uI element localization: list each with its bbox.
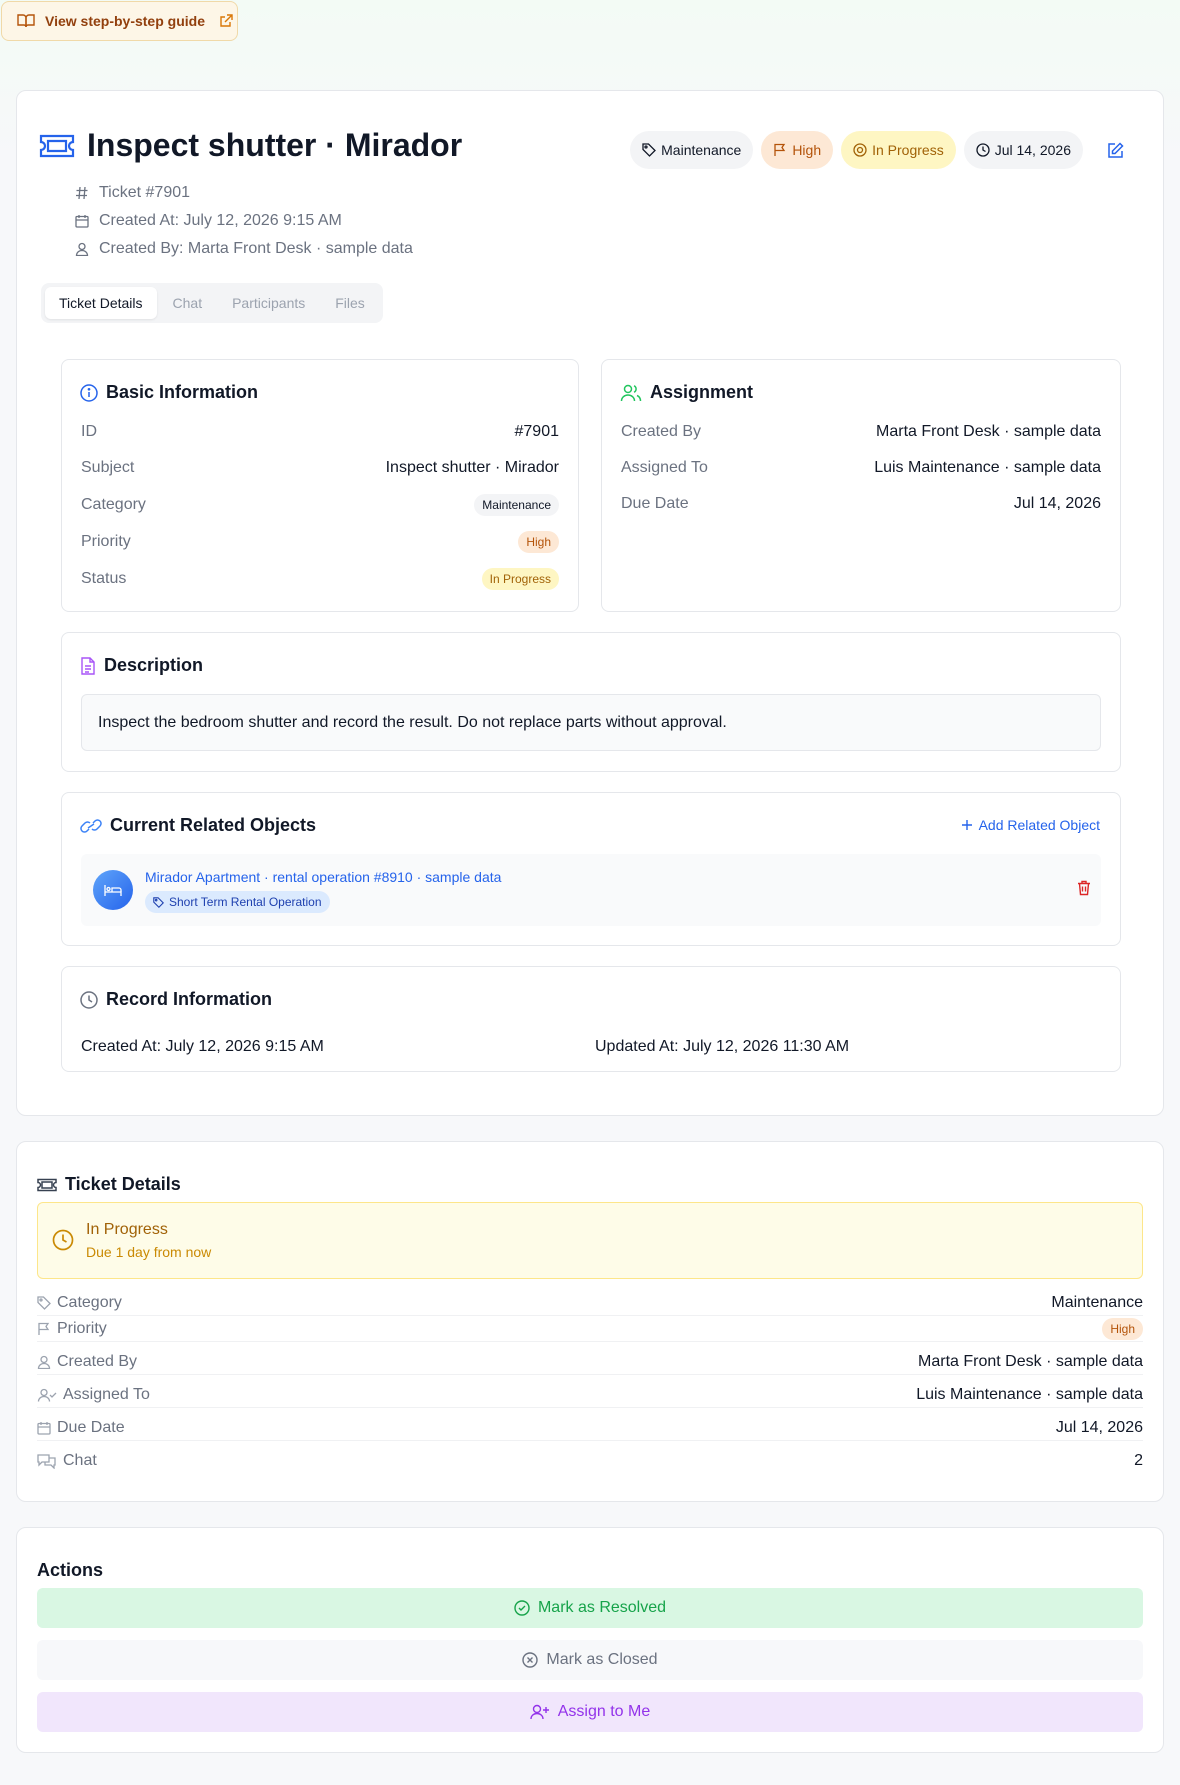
- tag-icon: [37, 1295, 51, 1310]
- ticket-icon: [37, 1177, 57, 1193]
- assignment-row-assigned-to: Assigned To Luis Maintenance · sample da…: [621, 459, 1101, 476]
- assignment-heading: Assignment: [620, 382, 753, 403]
- category-badge: Maintenance: [630, 131, 754, 169]
- basic-row-status: Status In Progress: [81, 567, 559, 591]
- ticket-number-row: Ticket #7901: [75, 179, 413, 207]
- priority-badge: High: [761, 131, 834, 169]
- file-text-icon: [80, 656, 96, 675]
- book-icon: [17, 13, 35, 29]
- mark-closed-button[interactable]: Mark as Closed: [37, 1640, 1143, 1680]
- status-badge: In Progress: [841, 131, 956, 169]
- assignment-row-due-date: Due Date Jul 14, 2026: [621, 495, 1101, 512]
- tag-icon: [153, 896, 164, 908]
- in-progress-icon: [853, 143, 867, 157]
- trash-icon: [1077, 880, 1091, 896]
- user-plus-icon: [530, 1704, 550, 1720]
- details-row-due-date: Due Date Jul 14, 2026: [37, 1415, 1143, 1441]
- category-pill: Maintenance: [474, 494, 559, 516]
- tab-files[interactable]: Files: [321, 287, 379, 319]
- created-at-row: Created At: July 12, 2026 9:15 AM: [75, 207, 413, 235]
- calendar-icon: [37, 1421, 51, 1435]
- record-information-panel: Record Information Created At: July 12, …: [61, 966, 1121, 1072]
- due-date-badge: Jul 14, 2026: [963, 131, 1083, 169]
- related-objects-panel: Current Related Objects Add Related Obje…: [61, 792, 1121, 946]
- related-object-type-tag: Short Term Rental Operation: [145, 891, 330, 913]
- tab-participants[interactable]: Participants: [218, 287, 319, 319]
- basic-row-subject: Subject Inspect shutter · Mirador: [81, 459, 559, 476]
- view-guide-button[interactable]: View step-by-step guide: [1, 1, 238, 41]
- description-heading: Description: [80, 655, 203, 676]
- details-row-assigned-to: Assigned To Luis Maintenance · sample da…: [37, 1382, 1143, 1408]
- user-check-icon: [37, 1388, 57, 1402]
- flag-icon: [37, 1322, 51, 1336]
- record-created-at: Created At: July 12, 2026 9:15 AM: [81, 1038, 324, 1055]
- clock-icon: [80, 990, 98, 1009]
- title-row: Inspect shutter · Mirador: [39, 127, 462, 164]
- user-icon: [75, 242, 89, 256]
- ticket-badges: Maintenance High In Progress Jul 14, 202…: [630, 131, 1133, 169]
- x-circle-icon: [522, 1652, 539, 1668]
- ticket-details-card: Ticket Details In Progress Due 1 day fro…: [16, 1141, 1164, 1502]
- status-due-text: Due 1 day from now: [86, 1244, 212, 1260]
- details-row-created-by: Created By Marta Front Desk · sample dat…: [37, 1349, 1143, 1375]
- details-row-chat: Chat 2: [37, 1448, 1143, 1474]
- basic-row-id: ID #7901: [81, 423, 559, 440]
- view-guide-label: View step-by-step guide: [45, 13, 205, 29]
- actions-heading: Actions: [37, 1560, 104, 1580]
- clock-icon: [976, 143, 990, 157]
- ticket-main-card: Inspect shutter · Mirador Maintenance Hi…: [16, 90, 1164, 1116]
- ticket-meta: Ticket #7901 Created At: July 12, 2026 9…: [75, 179, 413, 263]
- related-objects-heading: Current Related Objects: [80, 815, 316, 836]
- ticket-icon: [39, 132, 75, 160]
- bed-icon: [104, 883, 122, 897]
- mark-resolved-button[interactable]: Mark as Resolved: [37, 1588, 1143, 1628]
- users-icon: [620, 384, 642, 402]
- actions-card: Actions Mark as Resolved Mark as Closed …: [16, 1527, 1164, 1753]
- assignment-panel: Assignment Created By Marta Front Desk ·…: [601, 359, 1121, 612]
- status-pill: In Progress: [481, 568, 559, 590]
- description-panel: Description Inspect the bedroom shutter …: [61, 632, 1121, 772]
- external-link-icon: [219, 14, 233, 28]
- clock-icon: [52, 1229, 74, 1251]
- assignment-row-created-by: Created By Marta Front Desk · sample dat…: [621, 423, 1101, 440]
- description-text: Inspect the bedroom shutter and record t…: [81, 694, 1101, 751]
- basic-row-category: Category Maintenance: [81, 493, 559, 517]
- basic-information-heading: Basic Information: [80, 382, 258, 403]
- details-row-category: Category Maintenance: [37, 1290, 1143, 1316]
- chat-icon: [37, 1453, 57, 1469]
- ticket-details-heading: Ticket Details: [37, 1174, 181, 1195]
- flag-icon: [773, 143, 787, 157]
- check-circle-icon: [514, 1600, 530, 1616]
- priority-pill: High: [518, 531, 559, 553]
- hash-icon: [75, 186, 89, 200]
- assign-to-me-button[interactable]: Assign to Me: [37, 1692, 1143, 1732]
- calendar-icon: [75, 214, 89, 228]
- details-row-priority: Priority High: [37, 1316, 1143, 1342]
- related-object-avatar: [93, 870, 133, 910]
- status-title: In Progress: [86, 1221, 168, 1238]
- page-title: Inspect shutter · Mirador: [87, 127, 463, 163]
- delete-related-object-button[interactable]: [1077, 880, 1091, 896]
- add-related-object-button[interactable]: Add Related Object: [961, 817, 1100, 833]
- related-object-item: Mirador Apartment · rental operation #89…: [81, 854, 1101, 926]
- tag-icon: [642, 143, 657, 157]
- edit-ticket-button[interactable]: [1097, 132, 1133, 168]
- tab-chat[interactable]: Chat: [159, 287, 217, 319]
- edit-icon: [1107, 141, 1124, 159]
- created-by-row: Created By: Marta Front Desk · sample da…: [75, 235, 413, 263]
- tab-ticket-details[interactable]: Ticket Details: [45, 287, 157, 319]
- record-updated-at: Updated At: July 12, 2026 11:30 AM: [595, 1038, 850, 1055]
- record-information-heading: Record Information: [80, 989, 272, 1010]
- priority-pill: High: [1102, 1317, 1143, 1340]
- ticket-tabs: Ticket Details Chat Participants Files: [41, 283, 383, 323]
- basic-information-panel: Basic Information ID #7901 Subject Inspe…: [61, 359, 579, 612]
- status-summary-box: In Progress Due 1 day from now: [37, 1202, 1143, 1279]
- link-icon: [80, 818, 102, 834]
- related-object-link[interactable]: Mirador Apartment · rental operation #89…: [145, 869, 501, 885]
- user-icon: [37, 1355, 51, 1369]
- plus-icon: [961, 819, 973, 831]
- info-icon: [80, 383, 98, 402]
- basic-row-priority: Priority High: [81, 530, 559, 554]
